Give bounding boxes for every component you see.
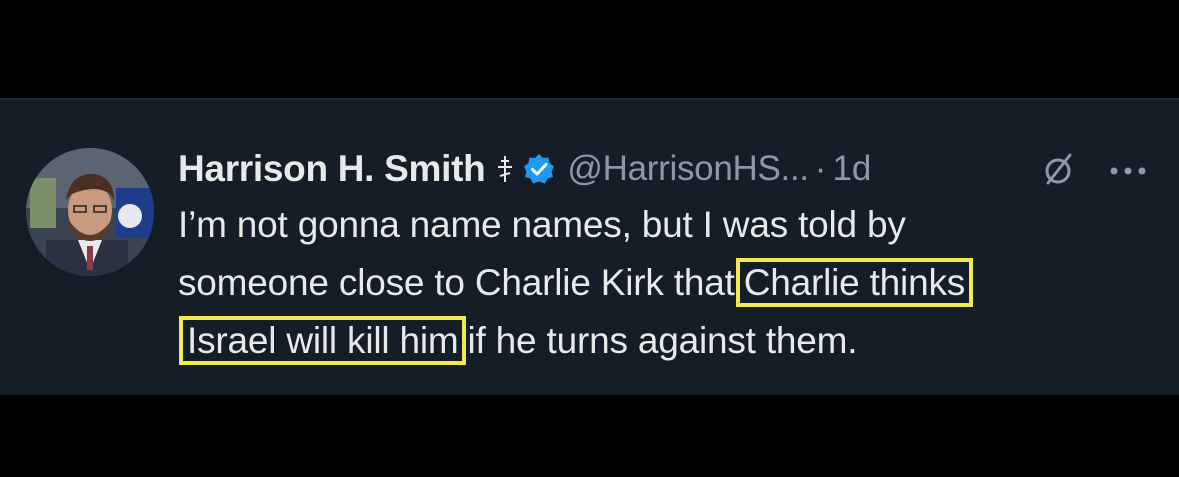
user-handle[interactable]: @HarrisonHS... [567, 149, 809, 189]
screenshot-frame: Harrison H. Smith @HarrisonHS... · 1d I’… [0, 0, 1179, 477]
highlight-box: Israel will kill him [179, 316, 467, 365]
timestamp[interactable]: 1d [832, 149, 871, 189]
display-name[interactable]: Harrison H. Smith [178, 148, 486, 190]
highlight-box: Charlie thinks [735, 258, 974, 307]
tweet-text-plain: someone close to Charlie Kirk that [178, 262, 735, 303]
orthodox-cross-icon [495, 153, 515, 185]
tweet-header: Harrison H. Smith @HarrisonHS... · 1d [178, 146, 871, 192]
tweet-text-line-3: Israel will kill him if he turns against … [178, 312, 1158, 370]
grok-icon[interactable] [1040, 152, 1076, 188]
tweet-text-line-1: I’m not gonna name names, but I was told… [178, 204, 906, 245]
separator-dot: · [814, 149, 827, 188]
verified-badge-icon[interactable] [523, 153, 555, 185]
tweet-text-plain: if he turns against them. [467, 320, 858, 361]
tweet-text-line-2: someone close to Charlie Kirk that Charli… [178, 254, 1158, 312]
tweet-text: I’m not gonna name names, but I was told… [178, 196, 1158, 370]
more-options-icon[interactable] [1106, 164, 1150, 178]
tweet-card[interactable]: Harrison H. Smith @HarrisonHS... · 1d I’… [0, 98, 1179, 395]
avatar[interactable] [26, 148, 154, 276]
